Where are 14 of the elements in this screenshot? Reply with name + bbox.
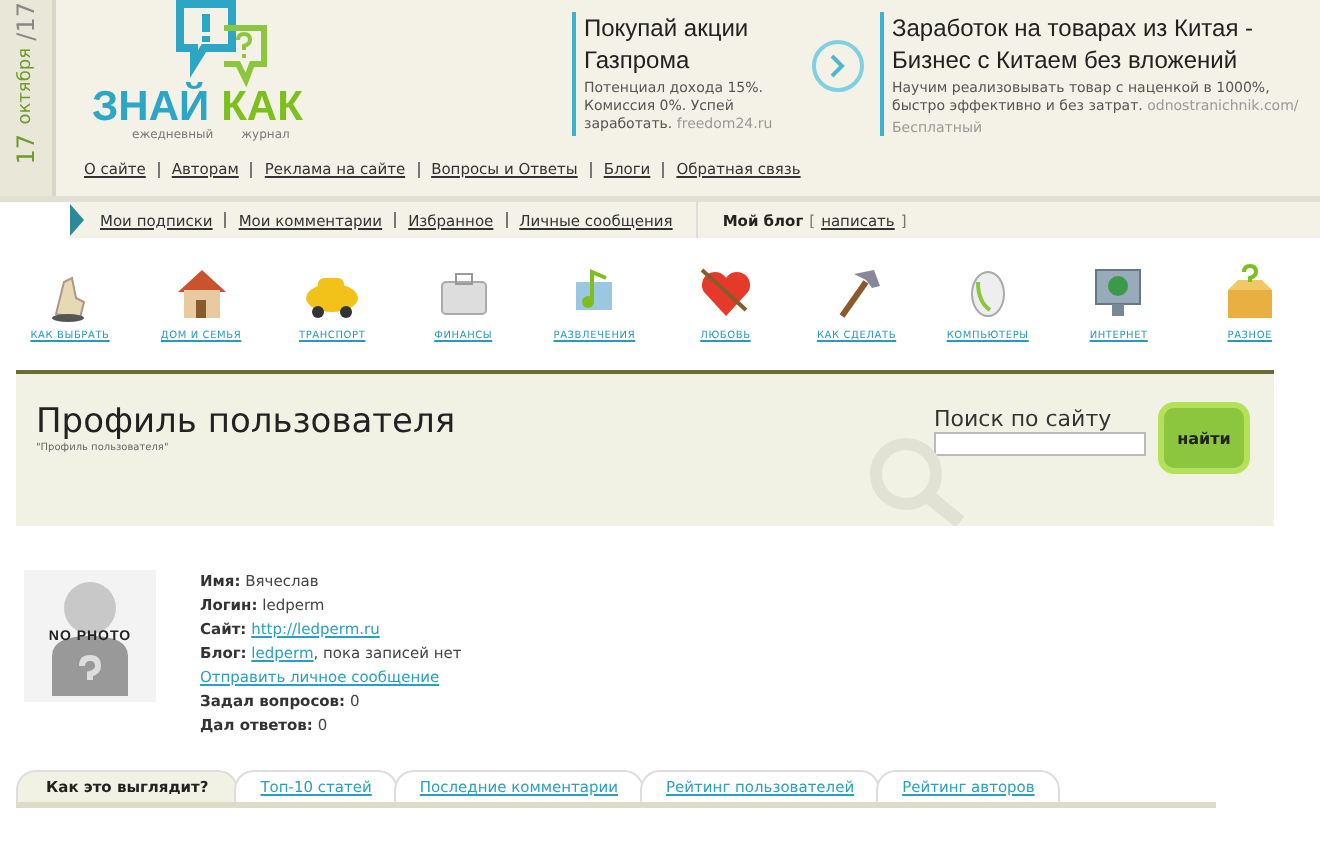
date-month: октября bbox=[16, 48, 36, 126]
next-arrow-button[interactable] bbox=[812, 40, 864, 92]
search-label: Поиск по сайту bbox=[934, 406, 1114, 432]
magnifier-watermark-icon bbox=[866, 434, 966, 526]
chevron-icon bbox=[830, 54, 846, 78]
logo-word: КАК bbox=[221, 88, 303, 128]
ad-title[interactable]: Заработок на товарах из Китая - Бизнес с Китаем без вложений bbox=[892, 12, 1316, 76]
search-button[interactable]: найти bbox=[1158, 402, 1250, 474]
ad-title[interactable]: Покупай акции Газпрома bbox=[584, 12, 792, 76]
page-title: Профиль пользователя bbox=[36, 402, 458, 442]
issue-number: /17 bbox=[12, 2, 40, 41]
search-field[interactable] bbox=[934, 432, 1146, 456]
date-day: 17 bbox=[12, 133, 40, 164]
triangle-marker-icon bbox=[70, 204, 84, 236]
